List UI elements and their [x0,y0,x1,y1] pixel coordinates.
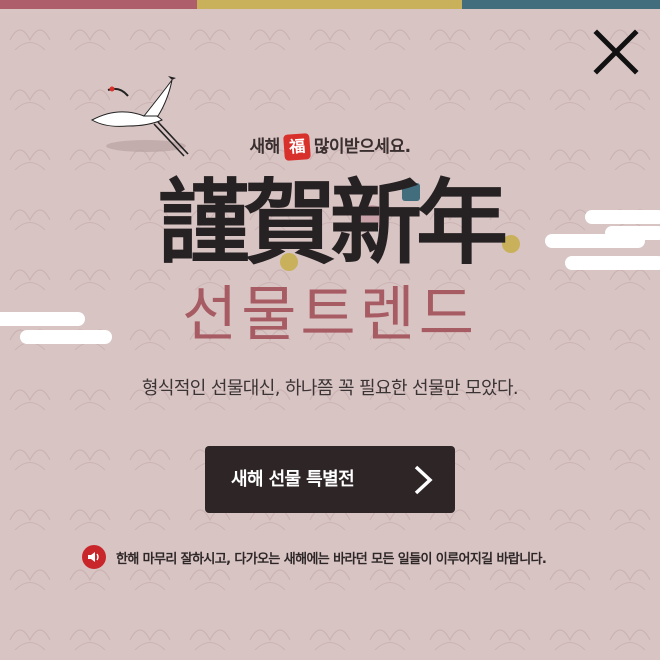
top-bar-segment [197,0,462,9]
close-button[interactable] [592,28,640,76]
hanja-title: 謹賀新年 [157,169,508,277]
subtitle: 선물트렌드 [182,280,478,350]
chevron-right-icon [414,465,433,495]
special-sale-button[interactable]: 새해 선물 특별전 [205,446,455,513]
close-icon [593,29,639,75]
cloud-decoration [545,210,660,270]
new-year-popup: 새해 福 많이받으세요. 謹賀新年 선물트렌드 형식적인 선물대신, 하나쯤 꼭 필… [0,0,660,660]
greeting-line: 새해 福 많이받으세요. [0,132,660,161]
top-bar-segment [462,0,660,9]
notice-text: 한해 마무리 잘하시고, 다가오는 새해에는 바라던 모든 일들이 이루어지길 … [116,551,547,567]
top-bar-segment [0,0,197,9]
top-color-bar [0,0,660,9]
fortune-seal: 福 [282,133,311,161]
notice-line: 한해 마무리 잘하시고, 다가오는 새해에는 바라던 모든 일들이 이루어지길 … [82,545,622,569]
special-sale-label: 새해 선물 특별전 [231,469,355,490]
greeting-text: 새해 [249,137,280,157]
description: 형식적인 선물대신, 하나쯤 꼭 필요한 선물만 모았다. [141,378,519,399]
title-block: 謹賀新年 [130,165,530,285]
greeting-text: 많이받으세요. [313,137,411,157]
speaker-icon [82,545,106,569]
